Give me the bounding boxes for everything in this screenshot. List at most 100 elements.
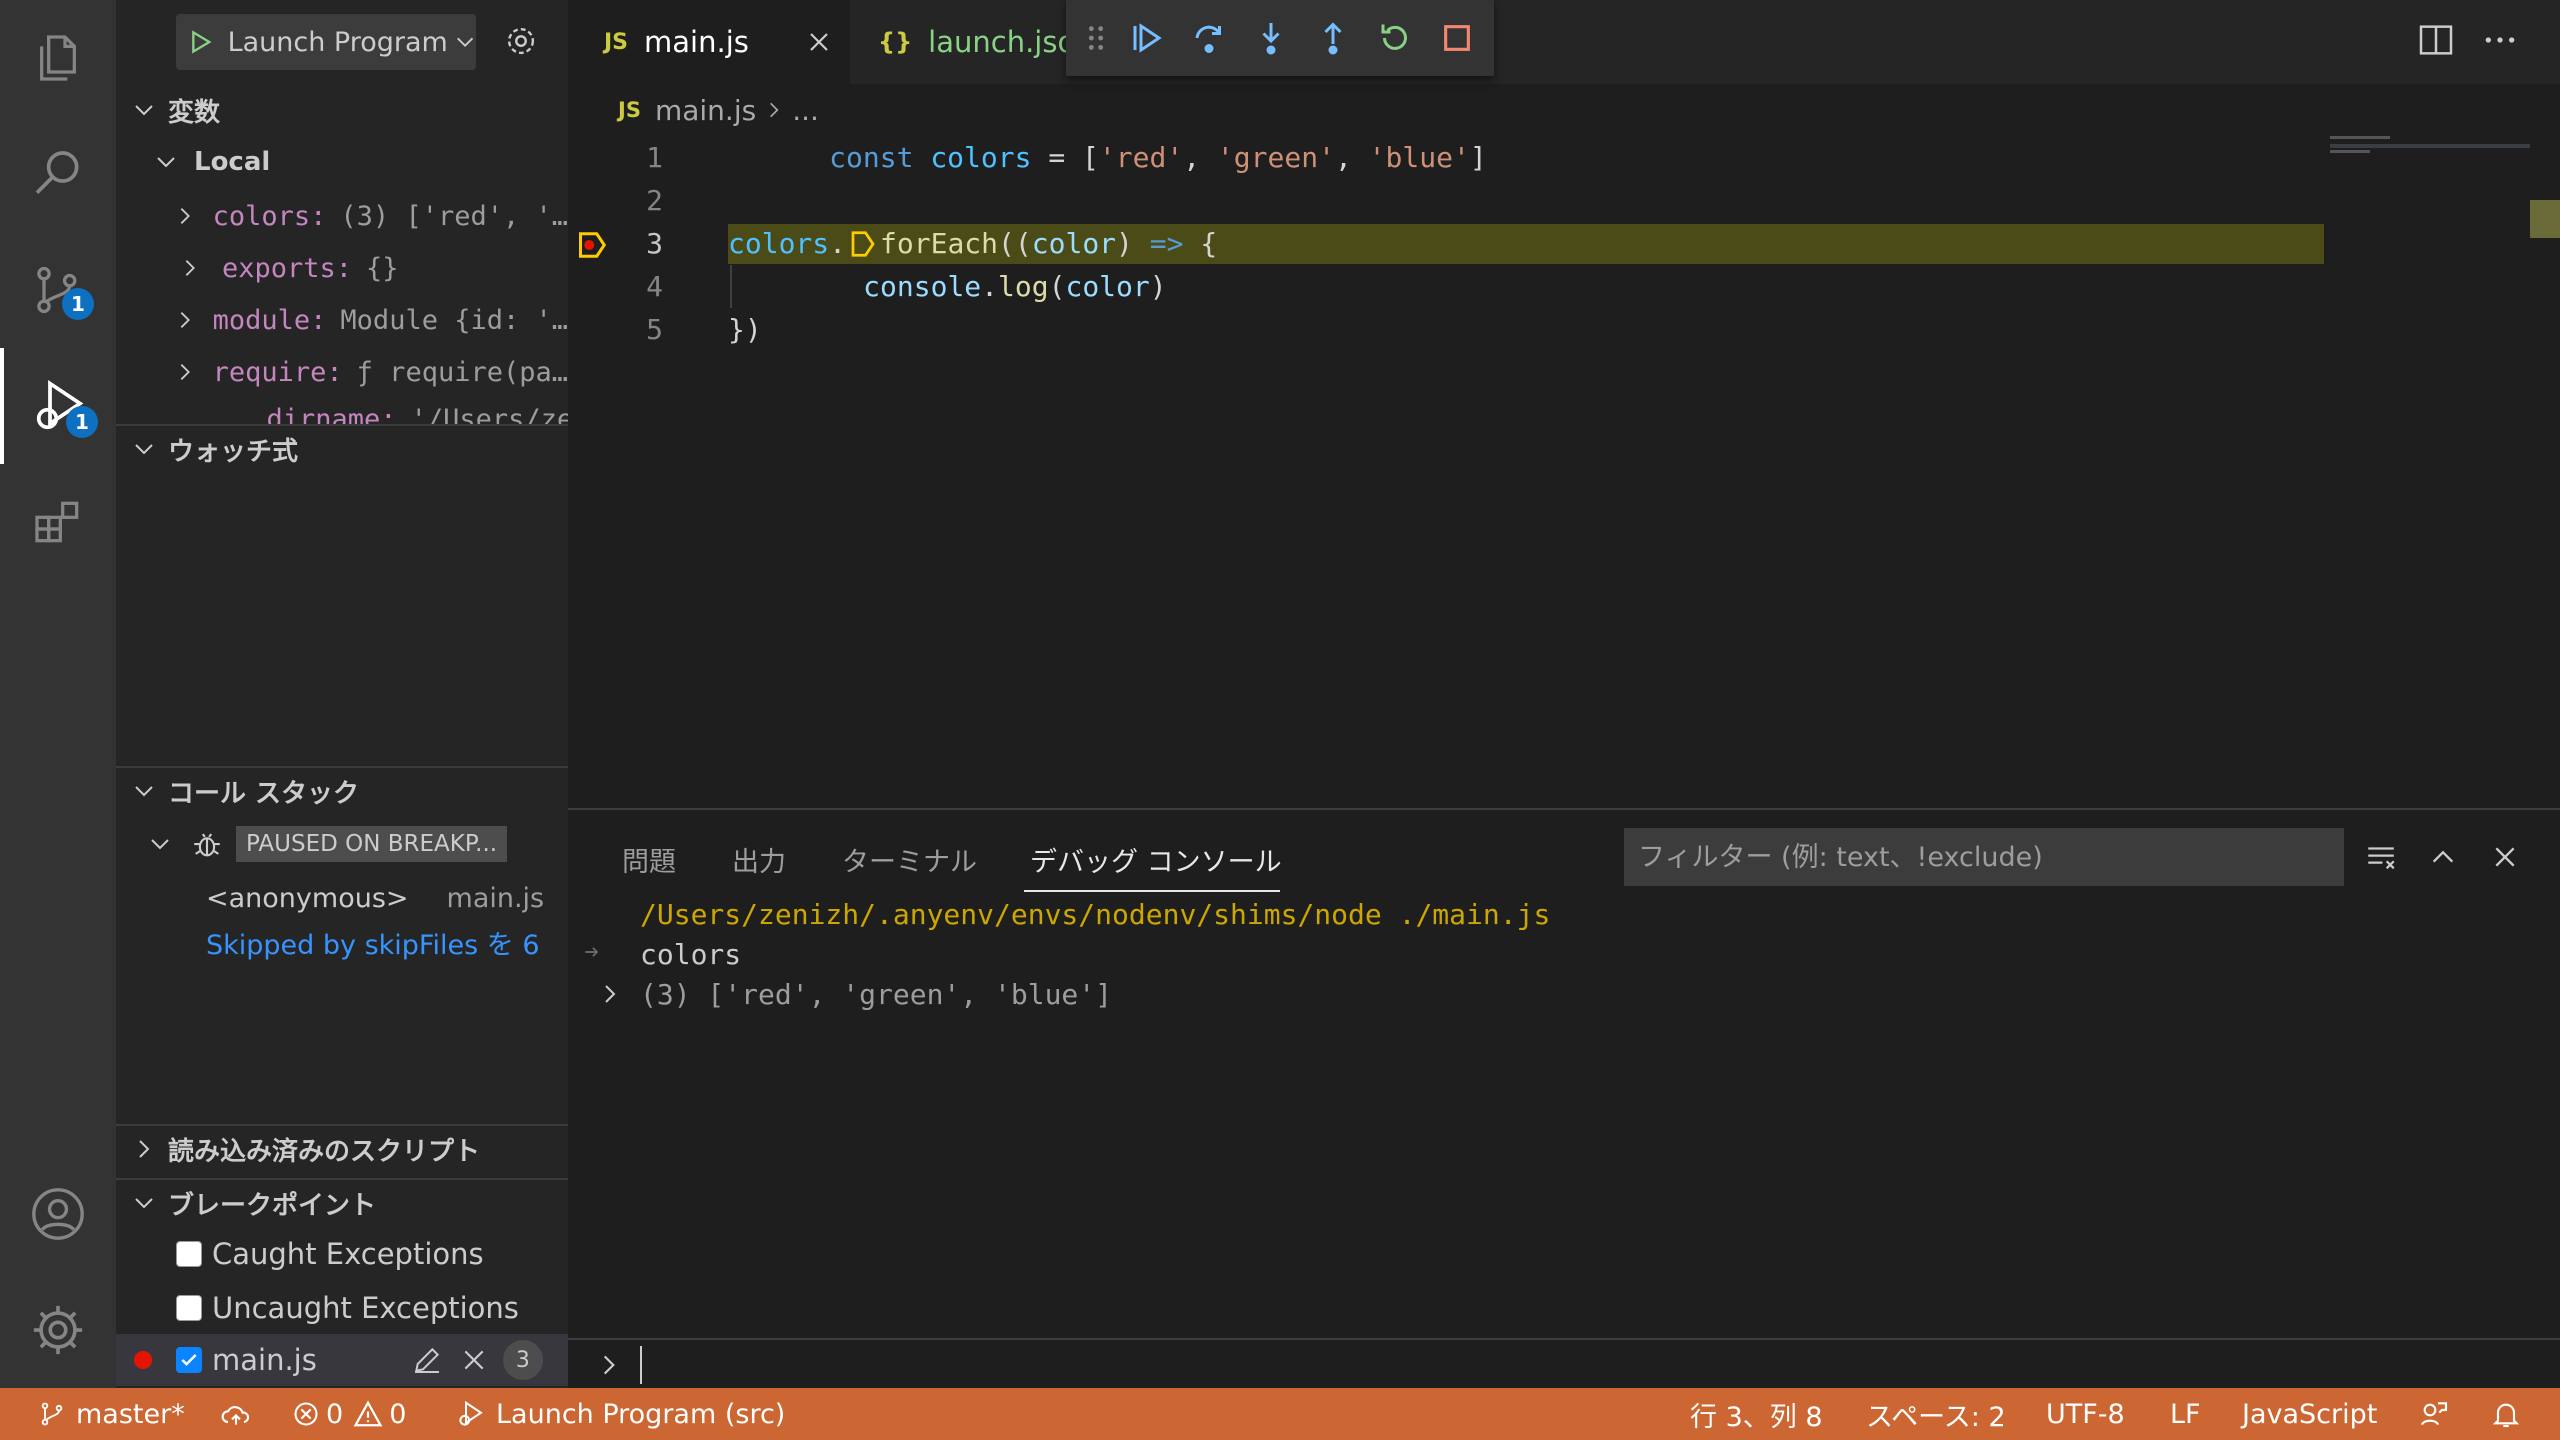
indentation[interactable]: スペース: 2	[1866, 1388, 2006, 1440]
edit-breakpoint-pencil-icon[interactable]	[411, 1344, 443, 1376]
line-number: 1	[646, 141, 663, 174]
gear-icon[interactable]	[502, 22, 540, 60]
breakpoint-main-js[interactable]: main.js 3	[116, 1334, 568, 1386]
status-bar: master* 0 0 Launch Program (src) 行 3、列 8…	[0, 1388, 2560, 1440]
encoding[interactable]: UTF-8	[2046, 1388, 2125, 1440]
run-debug-icon[interactable]: 1	[0, 348, 116, 464]
source-control-icon[interactable]: 1	[0, 232, 116, 348]
watch-title: ウォッチ式	[168, 436, 299, 467]
editor-tab-bar: JS main.js {} launch.json	[568, 0, 2560, 84]
drag-handle-icon[interactable]	[1086, 23, 1116, 53]
breakpoint-label: main.js	[212, 1343, 317, 1377]
variable-row[interactable]: require: ƒ require(pa…	[116, 346, 568, 398]
variable-row[interactable]: module: Module {id: '…	[116, 294, 568, 346]
breakpoint-label: Caught Exceptions	[212, 1237, 484, 1271]
tab-output[interactable]: 出力	[732, 840, 786, 879]
extensions-icon[interactable]	[0, 464, 116, 580]
console-input[interactable]	[568, 1338, 2560, 1390]
breakpoint-caught-exceptions[interactable]: Caught Exceptions	[116, 1228, 568, 1280]
search-icon[interactable]	[0, 116, 116, 232]
code-editor[interactable]: 1 const colors = ['red', 'green', 'blue'…	[568, 136, 2560, 808]
breakpoint-current-icon[interactable]	[578, 230, 608, 260]
warning-count: 0	[389, 1398, 407, 1430]
split-editor-icon[interactable]	[2416, 20, 2456, 60]
step-into-button[interactable]	[1240, 7, 1302, 69]
tab-debug-console[interactable]: デバッグ コンソール	[1030, 840, 1282, 879]
text-cursor	[640, 1346, 642, 1384]
error-icon	[292, 1400, 320, 1428]
callstack-thread[interactable]: PAUSED ON BREAKP...	[116, 818, 568, 870]
variable-value: '/Users/ze…	[410, 404, 568, 424]
variables-section-header[interactable]: 変数	[116, 86, 568, 134]
debug-badge: 1	[66, 406, 98, 438]
start-debug-icon[interactable]	[188, 27, 214, 57]
breakpoints-section-header[interactable]: ブレークポイント	[116, 1178, 568, 1226]
main-js-breakpoint-checkbox[interactable]	[176, 1347, 202, 1373]
manage-gear-icon[interactable]	[0, 1272, 116, 1388]
launch-config-select[interactable]: Launch Program	[176, 14, 476, 70]
breakpoint-dot-icon	[134, 1351, 152, 1369]
step-out-button[interactable]	[1302, 7, 1364, 69]
frame-file: main.js	[446, 882, 545, 914]
scope-label: Local	[194, 147, 271, 177]
uncaught-exceptions-checkbox[interactable]	[176, 1295, 202, 1321]
debug-launch-status[interactable]: Launch Program (src)	[456, 1388, 785, 1440]
more-actions-icon[interactable]	[2480, 20, 2520, 60]
branch-status[interactable]: master*	[38, 1388, 185, 1440]
variable-row[interactable]: __dirname: '/Users/ze…	[116, 398, 568, 424]
js-file-icon: JS	[618, 98, 641, 122]
feedback-icon[interactable]	[2418, 1388, 2450, 1440]
frame-name: <anonymous>	[206, 882, 409, 914]
code-token: ]	[1469, 141, 1487, 174]
tab-problems[interactable]: 問題	[622, 840, 676, 879]
tab-main-js[interactable]: JS main.js	[568, 0, 850, 84]
editor-scrollbar[interactable]	[2530, 200, 2560, 238]
debug-sidebar: Launch Program 変数 Local colors: (3) ['re…	[116, 0, 568, 1388]
restart-button[interactable]	[1364, 7, 1426, 69]
breakpoint-line-badge: 3	[502, 1340, 543, 1380]
tab-terminal[interactable]: ターミナル	[842, 840, 977, 879]
line-number: 4	[646, 270, 663, 303]
breakpoint-uncaught-exceptions[interactable]: Uncaught Exceptions	[116, 1282, 568, 1334]
loaded-scripts-title: 読み込み済みのスクリプト	[168, 1136, 481, 1167]
variable-name: require:	[212, 356, 343, 388]
chevron-right-icon[interactable]	[598, 982, 622, 1006]
explorer-icon[interactable]	[0, 0, 116, 116]
breakpoint-label: Uncaught Exceptions	[212, 1291, 519, 1325]
maximize-panel-chevron-up-icon[interactable]	[2418, 832, 2468, 882]
variable-row[interactable]: exports: {}	[116, 242, 568, 294]
step-over-button[interactable]	[1178, 7, 1240, 69]
clear-console-icon[interactable]	[2356, 832, 2406, 882]
stop-button[interactable]	[1426, 7, 1488, 69]
code-token: 'red'	[1098, 141, 1184, 174]
loaded-scripts-section-header[interactable]: 読み込み済みのスクリプト	[116, 1124, 568, 1172]
chevron-down-icon	[146, 150, 186, 174]
minimap[interactable]	[2330, 136, 2530, 176]
accounts-icon[interactable]	[0, 1156, 116, 1272]
problems-status[interactable]: 0 0	[292, 1388, 406, 1440]
chevron-down-icon	[140, 832, 180, 856]
branch-label: master*	[76, 1398, 185, 1430]
callstack-section-header[interactable]: コール スタック	[116, 766, 568, 814]
remove-breakpoint-close-icon[interactable]	[461, 1347, 487, 1373]
language-mode[interactable]: JavaScript	[2242, 1388, 2377, 1440]
variable-value: ƒ require(pa…	[356, 356, 568, 388]
console-output-object[interactable]: (3) ['red', 'green', 'blue']	[640, 978, 1112, 1011]
cursor-position[interactable]: 行 3、列 8	[1690, 1388, 1823, 1440]
close-tab-icon[interactable]	[807, 30, 831, 54]
variable-name: colors:	[212, 200, 327, 232]
skipped-frames-link[interactable]: Skipped by skipFiles を 6	[116, 916, 568, 968]
watch-section-header[interactable]: ウォッチ式	[116, 424, 568, 472]
sync-cloud-icon[interactable]	[220, 1388, 252, 1440]
end-of-line[interactable]: LF	[2170, 1388, 2201, 1440]
console-filter-input[interactable]	[1624, 828, 2344, 886]
code-token: .	[981, 270, 999, 303]
launch-label: Launch Program (src)	[496, 1398, 786, 1430]
scope-local[interactable]: Local	[116, 136, 568, 188]
caught-exceptions-checkbox[interactable]	[176, 1241, 202, 1267]
variable-row[interactable]: colors: (3) ['red', '…	[116, 190, 568, 242]
notifications-bell-icon[interactable]	[2490, 1388, 2522, 1440]
close-panel-icon[interactable]	[2480, 832, 2530, 882]
continue-button[interactable]	[1116, 7, 1178, 69]
arrow-right-icon	[582, 942, 602, 962]
